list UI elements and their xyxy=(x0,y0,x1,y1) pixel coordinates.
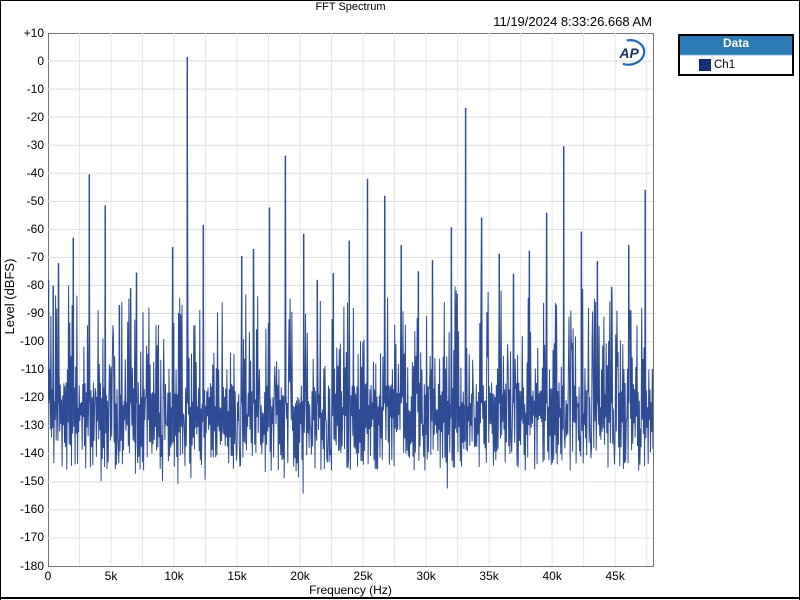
svg-text:AP: AP xyxy=(618,45,639,61)
